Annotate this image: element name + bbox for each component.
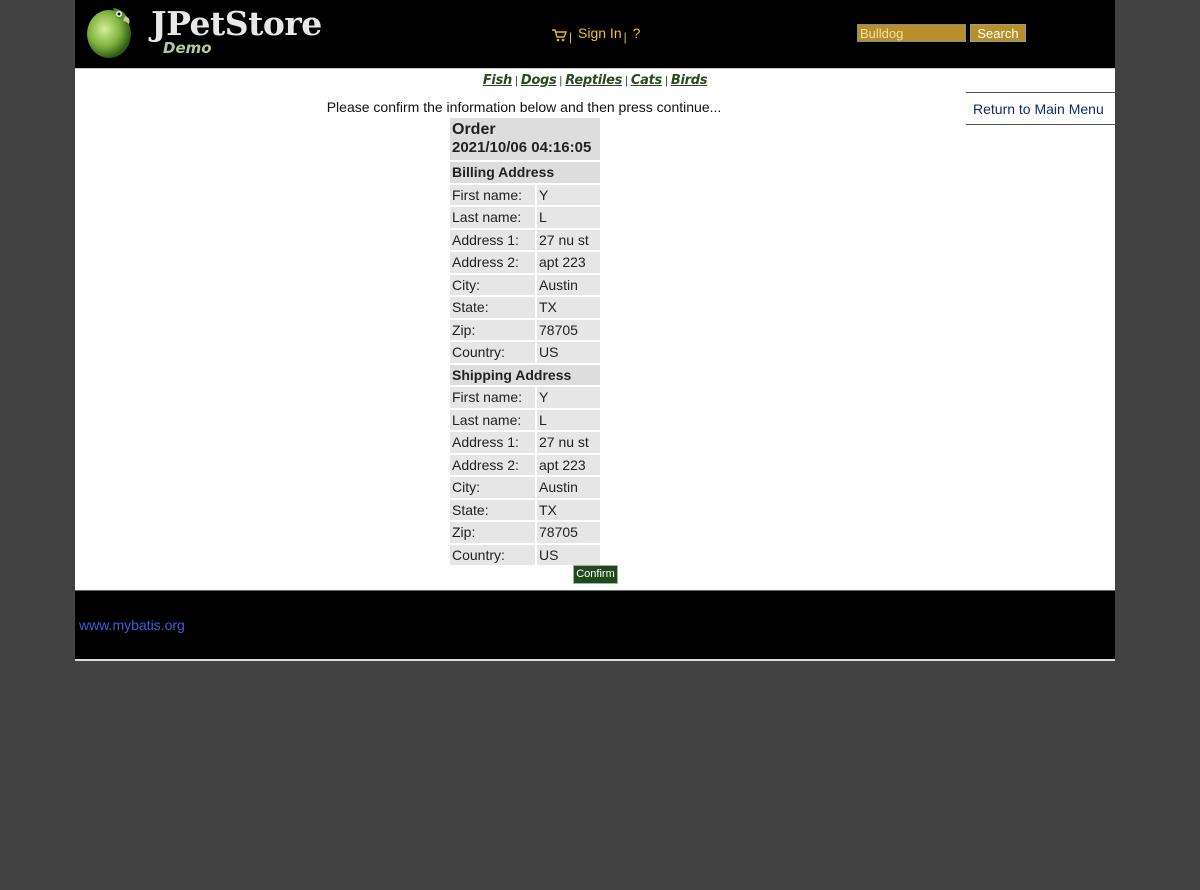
table-row: City: Austin	[450, 274, 600, 295]
category-quicklinks: Fish | Dogs | Reptiles | Cats | Birds	[75, 72, 1115, 88]
field-value: 78705	[537, 319, 600, 340]
quicklink-separator: |	[559, 75, 563, 87]
field-label: First name:	[450, 387, 535, 408]
field-label: City:	[450, 477, 535, 498]
return-to-main-menu-link[interactable]: Return to Main Menu	[973, 101, 1104, 117]
header: JPetStore Demo | Sign In| ? Search	[75, 0, 1115, 68]
field-value: US	[537, 544, 600, 565]
billing-heading-row: Billing Address	[450, 162, 600, 183]
quicklink-dogs[interactable]: Dogs	[521, 73, 557, 88]
field-label: Address 1:	[450, 432, 535, 453]
footer: www.mybatis.org	[75, 590, 1115, 659]
logo-subtext: Demo	[163, 39, 212, 57]
field-label: Address 2:	[450, 252, 535, 273]
quicklink-fish[interactable]: Fish	[483, 73, 512, 88]
table-row: Address 2: apt 223	[450, 454, 600, 475]
field-value: TX	[537, 499, 600, 520]
shipping-heading-row: Shipping Address	[450, 364, 600, 385]
menu-separator: |	[569, 30, 573, 44]
quicklink-cats[interactable]: Cats	[631, 73, 662, 88]
quicklink-separator: |	[514, 75, 518, 87]
order-title: Order	[452, 121, 496, 138]
search-input[interactable]	[857, 24, 966, 42]
field-label: Address 1:	[450, 229, 535, 250]
header-menu: | Sign In | ?	[551, 25, 640, 45]
field-value: apt 223	[537, 454, 600, 475]
field-value: TX	[537, 297, 600, 318]
field-value: 78705	[537, 522, 600, 543]
shipping-address-heading: Shipping Address	[450, 364, 600, 385]
sign-in-link[interactable]: Sign In	[578, 25, 622, 41]
field-label: Zip:	[450, 522, 535, 543]
order-title-row: Order 2021/10/06 04:16:05	[450, 118, 600, 160]
shopping-cart-icon[interactable]	[551, 28, 568, 45]
field-value: Y	[537, 387, 600, 408]
order-date: 2021/10/06 04:16:05	[452, 139, 592, 156]
quicklink-birds[interactable]: Birds	[671, 73, 708, 88]
billing-address-heading: Billing Address	[450, 162, 600, 183]
field-value: apt 223	[537, 252, 600, 273]
field-label: State:	[450, 499, 535, 520]
field-value: 27 nu st	[537, 229, 600, 250]
main-content: Fish | Dogs | Reptiles | Cats | Birds Return to …	[75, 68, 1115, 590]
parrot-logo-icon	[87, 8, 131, 58]
confirm-instructions: Please confirm the information below and…	[326, 99, 722, 115]
field-value: 27 nu st	[537, 432, 600, 453]
order-confirmation-table: Order 2021/10/06 04:16:05 Billing Addres…	[448, 116, 602, 567]
table-row: City: Austin	[450, 477, 600, 498]
field-label: First name:	[450, 184, 535, 205]
logo[interactable]: JPetStore Demo	[83, 2, 322, 60]
menu-separator: |	[623, 30, 627, 44]
table-row: Address 1: 27 nu st	[450, 432, 600, 453]
logo-text: JPetStore	[151, 4, 322, 43]
table-row: Address 2: apt 223	[450, 252, 600, 273]
table-row: Zip: 78705	[450, 319, 600, 340]
field-label: Address 2:	[450, 454, 535, 475]
field-value: L	[537, 409, 600, 430]
quicklink-reptiles[interactable]: Reptiles	[565, 73, 622, 88]
help-link[interactable]: ?	[633, 25, 641, 41]
field-value: US	[537, 342, 600, 363]
field-value: Y	[537, 184, 600, 205]
order-title-cell: Order 2021/10/06 04:16:05	[450, 118, 600, 160]
page-wrapper: JPetStore Demo | Sign In| ? Search Fish|…	[75, 0, 1115, 661]
table-row: Zip: 78705	[450, 522, 600, 543]
quicklink-separator: |	[625, 75, 628, 87]
table-row: Country: US	[450, 544, 600, 565]
table-row: First name: Y	[450, 184, 600, 205]
confirm-button[interactable]: Confirm	[573, 565, 618, 584]
table-row: Last name: L	[450, 207, 600, 228]
field-label: Country:	[450, 342, 535, 363]
table-row: State: TX	[450, 297, 600, 318]
field-label: Zip:	[450, 319, 535, 340]
field-label: Country:	[450, 544, 535, 565]
field-label: Last name:	[450, 207, 535, 228]
field-label: Last name:	[450, 409, 535, 430]
table-row: First name: Y	[450, 387, 600, 408]
field-value: L	[537, 207, 600, 228]
table-row: Country: US	[450, 342, 600, 363]
field-label: City:	[450, 274, 535, 295]
search-form: Search	[857, 24, 1026, 43]
mybatis-link[interactable]: www.mybatis.org	[79, 617, 185, 633]
field-label: State:	[450, 297, 535, 318]
field-value: Austin	[537, 274, 600, 295]
table-row: State: TX	[450, 499, 600, 520]
field-value: Austin	[537, 477, 600, 498]
quicklink-separator: |	[664, 75, 668, 87]
back-link-box: Return to Main Menu	[966, 92, 1115, 125]
table-row: Last name: L	[450, 409, 600, 430]
footer-divider	[75, 659, 1115, 661]
search-button[interactable]: Search	[970, 24, 1026, 42]
table-row: Address 1: 27 nu st	[450, 229, 600, 250]
